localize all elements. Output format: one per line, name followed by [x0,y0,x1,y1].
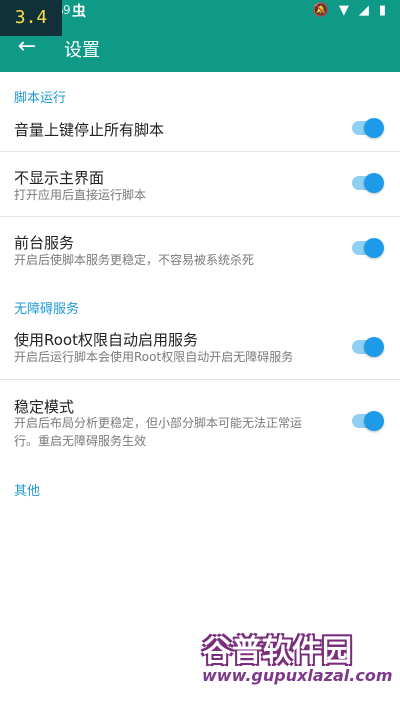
toggle-knob [364,173,384,193]
setting-title: 不显示主界面 [14,169,105,187]
toggle-knob [364,238,384,258]
setting-subtitle-line2: 行。重启无障碍服务生效 [14,434,147,448]
setting-row-stable-mode[interactable]: 稳定模式 开启后布局分析更稳定，但小部分脚本可能无法正常运 行。重启无障碍服务生… [0,380,400,460]
toggle-knob [364,411,384,431]
section-header-script-run: 脚本运行 [14,91,67,106]
setting-title: 使用Root权限自动启用服务 [14,331,198,349]
volume-stop-toggle[interactable] [352,118,384,138]
setting-title: 前台服务 [14,234,75,252]
setting-row-volume-stop[interactable]: 音量上键停止所有脚本 [0,106,400,152]
version-badge: 3.4 [0,0,62,36]
hide-main-toggle[interactable] [352,173,384,193]
page-title: 设置 [64,40,100,61]
mute-icon: 🔕 [312,3,329,18]
stable-mode-toggle[interactable] [352,411,384,431]
wifi-icon: ▼ [338,3,349,18]
battery-icon: ▮ [378,3,386,18]
status-icons: 🔕 ▼ ◢ ▮ [313,3,386,18]
back-arrow-icon[interactable]: ← [14,34,40,60]
setting-row-root-auto[interactable]: 使用Root权限自动启用服务 开启后运行脚本会使用Root权限自动开启无障碍服务 [0,316,400,380]
setting-subtitle: 开启后运行脚本会使用Root权限自动开启无障碍服务 [14,350,294,364]
section-header-accessibility: 无障碍服务 [14,302,80,317]
toggle-knob [364,118,384,138]
setting-title: 音量上键停止所有脚本 [14,121,165,139]
toggle-knob [364,337,384,357]
watermark-url: www.gupuxlazal.com [202,666,393,685]
foreground-service-toggle[interactable] [352,238,384,258]
setting-subtitle-line1: 开启后布局分析更稳定，但小部分脚本可能无法正常运 [14,416,303,430]
signal-icon: ◢ [358,3,369,18]
section-header-other: 其他 [14,484,41,499]
setting-subtitle: 开启后使脚本服务更稳定，不容易被系统杀死 [14,253,255,267]
root-auto-toggle[interactable] [352,337,384,357]
setting-row-foreground-service[interactable]: 前台服务 开启后使脚本服务更稳定，不容易被系统杀死 [0,217,400,281]
setting-subtitle: 打开应用后直接运行脚本 [14,188,147,202]
status-app-icon: 虫 [72,4,86,20]
watermark-name: 谷普软件园 [202,634,352,669]
setting-row-hide-main[interactable]: 不显示主界面 打开应用后直接运行脚本 [0,152,400,217]
site-watermark: 谷普软件园 www.gupuxlazal.com [202,626,393,706]
